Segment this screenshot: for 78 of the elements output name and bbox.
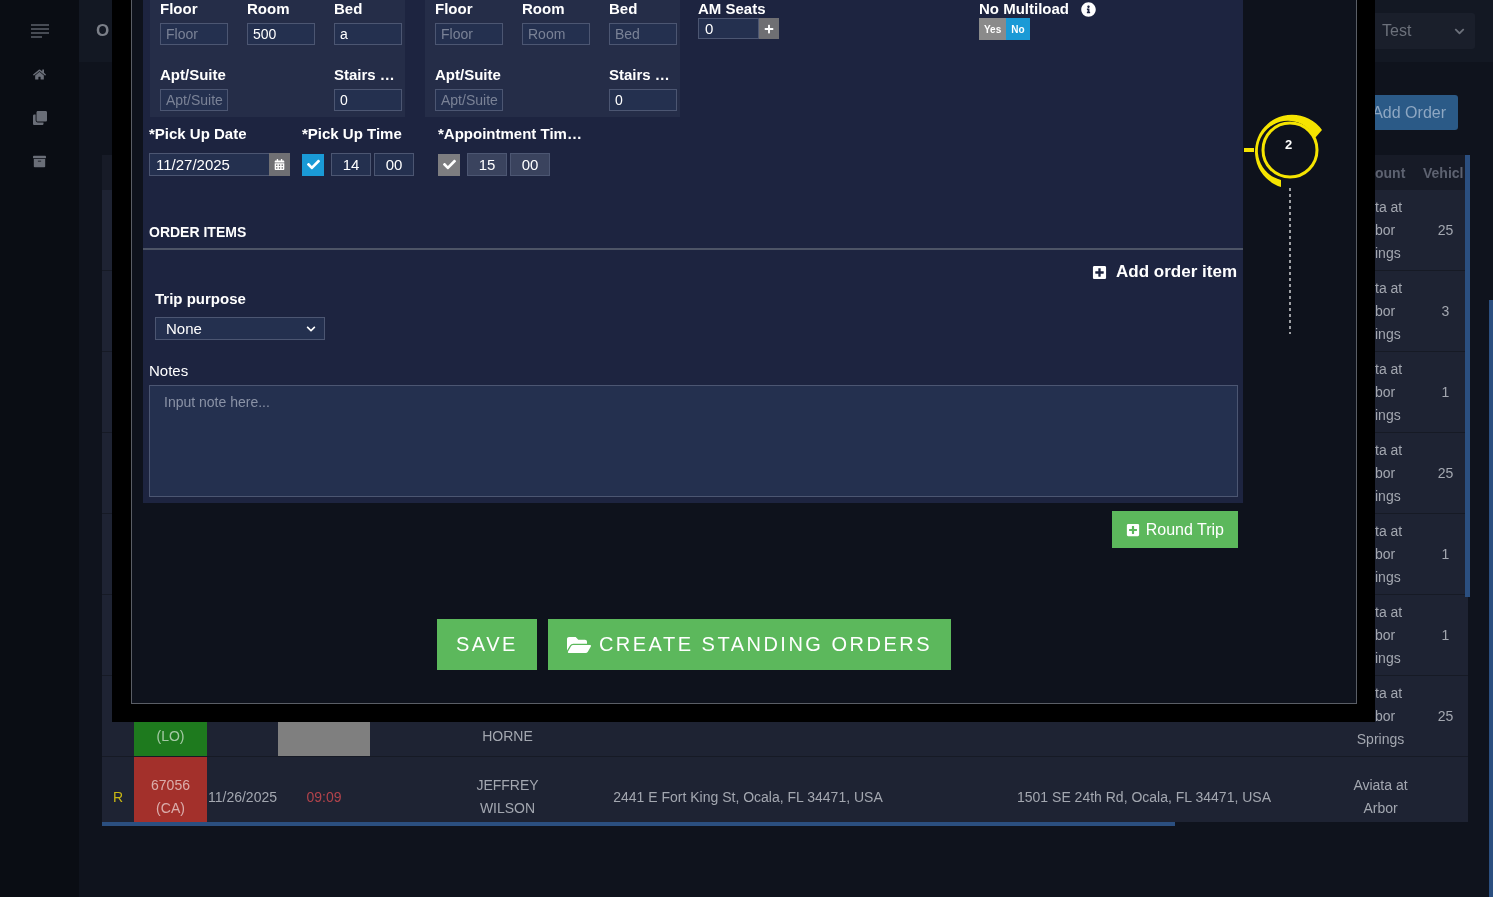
seats-field[interactable]: 0 (698, 18, 759, 39)
page-title: O (96, 21, 110, 41)
field-label: *Appointment Tim… (438, 125, 583, 143)
field-label: Apt/Suite (160, 66, 227, 84)
notes-field[interactable]: Input note here... (149, 385, 1238, 497)
increment-button[interactable] (759, 18, 779, 39)
menu-icon[interactable] (30, 24, 49, 38)
text-field[interactable]: Floor (160, 23, 228, 45)
status-letter: R (112, 787, 124, 807)
hour-field[interactable]: 14 (331, 153, 371, 176)
field-label: *Pick Up Time (302, 125, 403, 143)
add-order-item-button[interactable]: Add order item (1092, 262, 1237, 282)
text-field[interactable]: 500 (247, 23, 315, 45)
account-name: ta at bor ings (1374, 278, 1404, 344)
text-field[interactable]: Apt/Suite (160, 89, 228, 111)
text-field[interactable]: 0 (334, 89, 402, 111)
account-name: ta at bor ings (1374, 197, 1404, 263)
horizontal-scrollbar[interactable] (102, 822, 1175, 826)
vehicle-count: 1 (1441, 544, 1450, 564)
field-label: Notes (149, 362, 190, 379)
copy-icon[interactable] (32, 111, 47, 125)
passenger-name: HORNE (482, 727, 533, 746)
field-label: Apt/Suite (435, 66, 502, 84)
account-name: ta at bor ings (1374, 521, 1404, 587)
text-field[interactable]: Floor (435, 23, 503, 45)
field-label: Floor (160, 0, 199, 18)
vehicle-count: 3 (1441, 301, 1450, 321)
trip-purpose-select[interactable]: None (155, 317, 325, 340)
text-field[interactable]: a (334, 23, 402, 45)
field-label: No Multiload (979, 0, 1069, 18)
passenger-name: JEFFREY WILSON (476, 776, 539, 818)
text-field[interactable]: Room (522, 23, 590, 45)
vehicle-count: 25 (1437, 463, 1454, 483)
field-label: Stairs … (609, 66, 671, 84)
field-label: Floor (435, 0, 474, 18)
pickup-address: 2441 E Fort King St, Ocala, FL 34471, USA (613, 787, 883, 807)
check-icon (306, 158, 320, 171)
dropoff-address: 1501 SE 24th Rd, Ocala, FL 34471, USA (1017, 787, 1271, 807)
chevron-icon (306, 323, 316, 334)
date-field[interactable]: 11/27/2025 (149, 153, 269, 176)
text-field[interactable]: Apt/Suite (435, 89, 503, 111)
time-cell-text: 09:09 (306, 787, 342, 807)
column-header: ount (1374, 164, 1407, 181)
section-title: ORDER ITEMS (149, 224, 247, 240)
step-number: 2 (1285, 137, 1293, 152)
order-id-cell: 67056 (CA) (134, 757, 207, 822)
account-name: ta at bor Springs (1355, 683, 1406, 749)
text-field[interactable]: 0 (609, 89, 677, 111)
account-name: Aviata at Arbor (1352, 776, 1409, 818)
archive-icon[interactable] (33, 155, 46, 168)
vehicle-count: 1 (1441, 382, 1450, 402)
vehicle-count: 25 (1437, 706, 1454, 726)
vehicle-count: 25 (1437, 220, 1454, 240)
field-label: *Pick Up Date (149, 125, 248, 143)
field-label: Stairs … (334, 66, 396, 84)
home-icon[interactable] (33, 68, 46, 81)
field-label: Bed (609, 0, 639, 18)
checkbox[interactable] (302, 153, 324, 176)
field-label: AM Seats (698, 0, 767, 18)
calendar-button[interactable] (269, 153, 290, 176)
page-scrollbar[interactable] (1489, 300, 1493, 897)
field-label: Room (247, 0, 291, 18)
vehicle-count: 1 (1441, 625, 1450, 645)
plus-icon (764, 23, 774, 34)
field-label: Room (522, 0, 566, 18)
minute-field[interactable]: 00 (374, 153, 414, 176)
text-field[interactable]: Bed (609, 23, 677, 45)
column-header: Vehicl (1423, 164, 1465, 181)
field-label: Bed (334, 0, 364, 18)
date-cell-text: 11/26/2025 (208, 787, 277, 807)
vertical-scrollbar[interactable] (1465, 155, 1470, 597)
account-name: ta at bor ings (1374, 602, 1404, 668)
field-label: Trip purpose (155, 290, 247, 308)
account-name: ta at bor ings (1374, 440, 1404, 506)
check-icon (442, 158, 456, 171)
calendar-icon (274, 159, 285, 170)
account-name: ta at bor ings (1374, 359, 1404, 425)
info-icon[interactable] (1081, 1, 1096, 17)
